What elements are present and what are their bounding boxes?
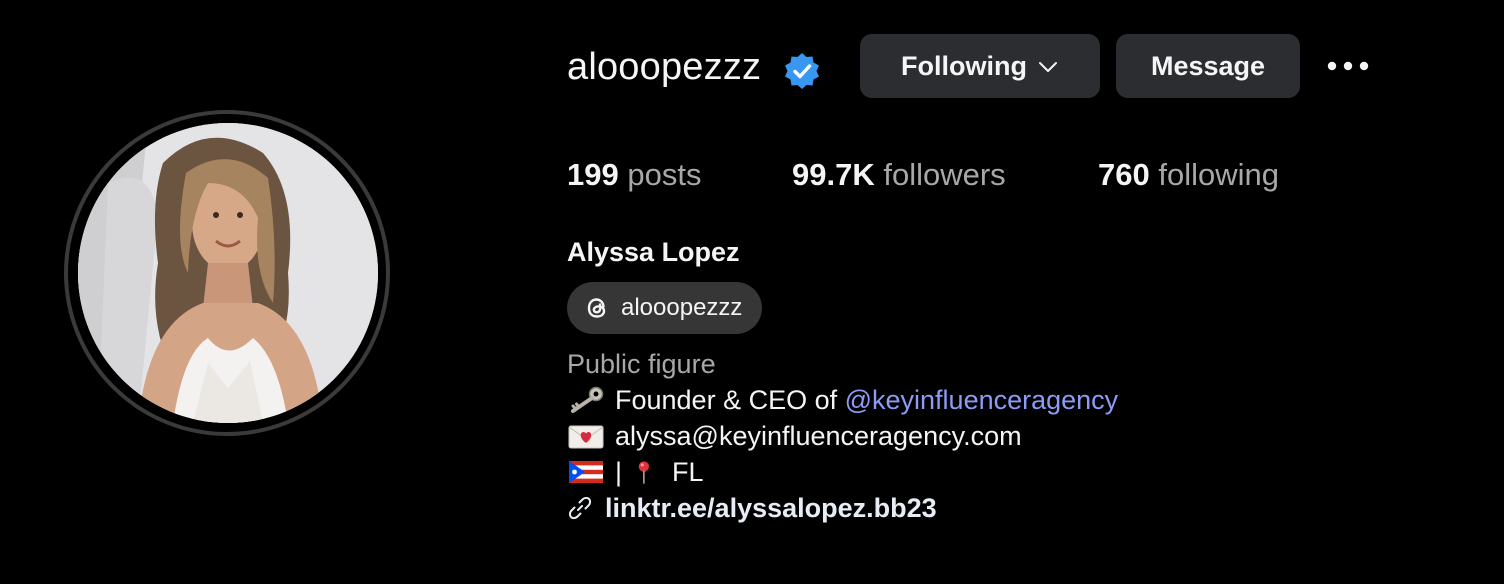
- following-button-label: Following: [901, 50, 1027, 81]
- followers-count: 99.7K: [792, 157, 875, 192]
- more-options-button[interactable]: [1320, 50, 1376, 82]
- threads-icon: [587, 298, 606, 318]
- posts-label: posts: [627, 157, 702, 192]
- following-stat[interactable]: 760 following: [1098, 156, 1279, 194]
- username: alooopezzz: [567, 46, 762, 88]
- bio-link-row[interactable]: linktr.ee/alyssalopez.bb23: [567, 491, 937, 525]
- bio-location-text: FL: [672, 457, 704, 487]
- verified-badge-icon: [785, 53, 819, 89]
- love-letter-icon: [568, 425, 604, 449]
- bio-line: alyssa@keyinfluenceragency.com: [567, 419, 1022, 453]
- bio-line: | FL: [567, 455, 704, 489]
- message-button-label: Message: [1150, 50, 1266, 81]
- profile-avatar[interactable]: [78, 123, 378, 423]
- following-button[interactable]: Following: [860, 34, 1100, 98]
- message-button[interactable]: Message: [1116, 34, 1300, 98]
- following-count: 760: [1098, 157, 1150, 192]
- puerto-rico-flag-icon: [569, 461, 603, 483]
- bio-separator: |: [615, 457, 623, 487]
- followers-label: followers: [883, 157, 1006, 192]
- posts-stat: 199 posts: [567, 156, 701, 194]
- full-name: Alyssa Lopez: [567, 237, 740, 267]
- posts-count: 199: [567, 157, 619, 192]
- following-label: following: [1158, 157, 1279, 192]
- external-link[interactable]: linktr.ee/alyssalopez.bb23: [605, 491, 937, 525]
- bio-founder-text: Founder & CEO of: [615, 385, 845, 415]
- category-label: Public figure: [567, 349, 716, 379]
- bio-line: Founder & CEO of @keyinfluenceragency: [567, 383, 1118, 417]
- chevron-down-icon: [1038, 62, 1057, 72]
- agency-mention-link[interactable]: @keyinfluenceragency: [845, 383, 1119, 417]
- key-icon: [571, 386, 604, 413]
- bio-email-text: alyssa@keyinfluenceragency.com: [615, 421, 1022, 451]
- pin-icon: [638, 461, 649, 484]
- followers-stat[interactable]: 99.7K followers: [792, 156, 1006, 194]
- threads-handle: alooopezzz: [621, 294, 743, 321]
- link-icon: [568, 496, 592, 520]
- more-horizontal-icon: [1327, 61, 1369, 71]
- threads-badge[interactable]: alooopezzz: [567, 282, 762, 334]
